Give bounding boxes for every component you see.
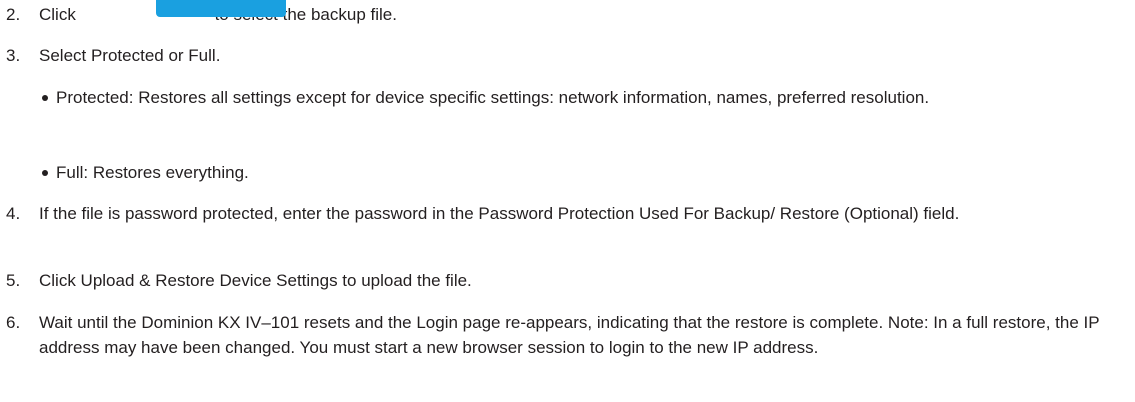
step-number: 5. — [6, 271, 21, 290]
bullet-protected: Protected: Restores all settings except … — [42, 85, 1122, 110]
step-text: Wait until the Dominion KX IV–101 resets… — [39, 313, 1100, 357]
choose-file-button[interactable] — [156, 0, 286, 17]
bullet-text: Protected: Restores all settings except … — [56, 88, 930, 107]
bullet-text: Full: Restores everything. — [56, 163, 249, 182]
step-number: 4. — [6, 204, 21, 223]
step-text: Click Upload & Restore Device Settings t… — [39, 271, 472, 290]
step-5: 5. Click Upload & Restore Device Setting… — [6, 268, 1126, 293]
step-number: 2. — [6, 5, 21, 24]
step-text-before: Click — [39, 5, 76, 24]
step-text: Select Protected or Full. — [39, 46, 221, 65]
bullet-full: Full: Restores everything. — [42, 160, 1122, 185]
step-6: 6. Wait until the Dominion KX IV–101 res… — [6, 310, 1126, 360]
bullet-dot — [42, 170, 48, 176]
step-text: If the file is password protected, enter… — [39, 204, 960, 223]
step-number: 3. — [6, 46, 21, 65]
step-number: 6. — [6, 313, 21, 332]
bullet-dot — [42, 95, 48, 101]
step-3: 3. Select Protected or Full. — [6, 43, 1126, 68]
step-2: 2. Click to select the backup file. — [6, 0, 1126, 27]
step-4: 4. If the file is password protected, en… — [6, 201, 1126, 226]
